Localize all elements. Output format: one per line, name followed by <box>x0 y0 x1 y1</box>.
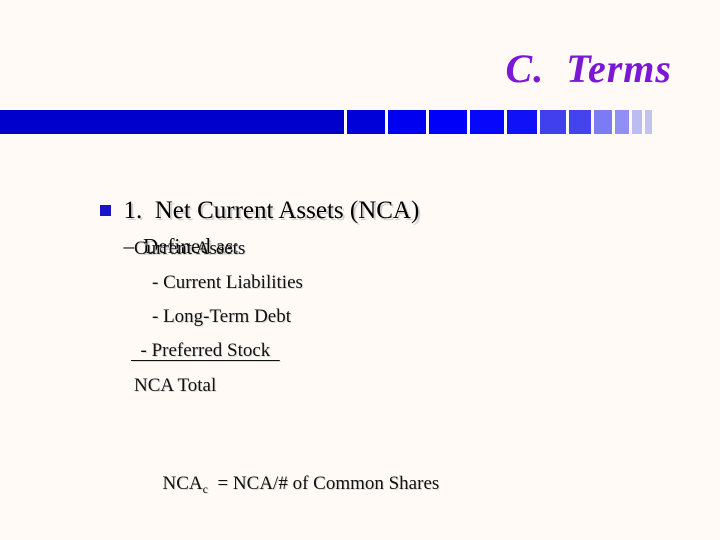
decorative-bar-segment-6 <box>507 110 537 134</box>
decorative-bar <box>0 110 672 134</box>
slide: C. Terms 1. Net Current Assets (NCA) – De… <box>0 0 720 540</box>
decorative-bar-segment-9 <box>594 110 612 134</box>
decorative-bar-segment-12 <box>645 110 652 134</box>
body-line-current-assets: Current Assets <box>134 238 246 259</box>
slide-body: 1. Net Current Assets (NCA) – Defined as:… <box>0 160 720 530</box>
decorative-bar-segment-2 <box>347 110 385 134</box>
square-bullet-icon <box>99 204 111 216</box>
bullet-item-level1: 1. Net Current Assets (NCA) <box>62 160 720 224</box>
decorative-bar-segment-11 <box>632 110 642 134</box>
formula-base: NCA <box>162 473 203 494</box>
formula-rest: = NCA/# of Common Shares <box>207 473 440 494</box>
body-line-preferred-stock: - Preferred Stock <box>131 340 280 361</box>
decorative-bar-segment-10 <box>615 110 629 134</box>
decorative-bar-segment-5 <box>470 110 504 134</box>
decorative-bar-segment-1 <box>0 110 344 134</box>
decorative-bar-segment-4 <box>429 110 467 134</box>
body-line-nca-total: NCA Total <box>134 375 217 396</box>
formula-nca-per-share: NCAc = NCA/# of Common Shares <box>134 439 720 530</box>
formula-subscript: c <box>202 482 208 496</box>
body-line-long-term-debt: - Long-Term Debt <box>152 306 292 327</box>
slide-title: C. Terms <box>505 46 672 91</box>
dash-bullet-icon: – <box>123 234 135 258</box>
bullet-item-level1-label: 1. Net Current Assets (NCA) <box>123 197 420 224</box>
decorative-bar-segment-8 <box>569 110 591 134</box>
decorative-bar-segment-3 <box>388 110 426 134</box>
decorative-bar-segment-7 <box>540 110 566 134</box>
body-line-current-liabilities: - Current Liabilities <box>152 272 303 293</box>
